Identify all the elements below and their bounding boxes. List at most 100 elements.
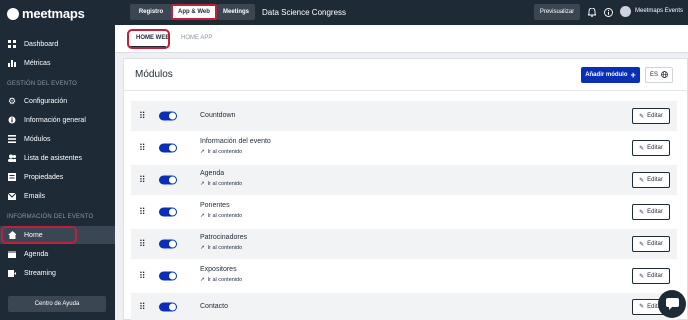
language-selector[interactable]: ES — [645, 67, 673, 83]
sidebar-item-modulos[interactable]: Módulos — [0, 130, 115, 148]
edit-button[interactable]: ✎ Editar — [632, 268, 670, 284]
edit-icon: ✎ — [639, 273, 645, 280]
divider — [123, 90, 688, 91]
sidebar-item-lista-asistentes[interactable]: Lista de asistentes — [0, 149, 115, 167]
section-label-gestion: GESTIÓN DEL EVENTO — [7, 81, 77, 87]
preview-button[interactable]: Previsualizar — [534, 4, 580, 20]
edit-icon: ✎ — [639, 145, 645, 152]
go-to-content-link[interactable]: ↗ Ir al contenido — [200, 277, 242, 283]
edit-button[interactable]: ✎ Editar — [632, 140, 670, 156]
drag-handle-icon[interactable]: ⠿ — [139, 302, 146, 311]
edit-label: Editar — [647, 273, 663, 279]
users-icon — [8, 154, 16, 162]
go-to-content-link[interactable]: ↗ Ir al contenido — [200, 213, 242, 219]
calendar-icon — [8, 250, 16, 258]
sidebar-item-configuracion[interactable]: ⚙ Configuración — [0, 92, 115, 110]
tab-registro[interactable]: Registro — [130, 4, 172, 20]
sidebar-item-propiedades[interactable]: Propiedades — [0, 168, 115, 186]
add-module-button[interactable]: Añadir módulo + — [581, 67, 640, 83]
module-name: Expositores — [200, 266, 237, 273]
go-to-content-link[interactable]: ↗ Ir al contenido — [200, 181, 242, 187]
module-name: Contacto — [200, 303, 229, 310]
edit-icon: ✎ — [639, 177, 645, 184]
sidebar: meetmaps Dashboard Métricas GESTIÓN DEL … — [0, 0, 115, 320]
account-name[interactable]: Meetmaps Events — [635, 8, 683, 14]
sidebar-item-agenda[interactable]: Agenda — [0, 245, 115, 263]
dashboard-icon — [8, 40, 16, 48]
chat-icon[interactable] — [658, 290, 686, 318]
plus-icon: + — [630, 69, 636, 80]
edit-label: Editar — [647, 113, 663, 119]
edit-button[interactable]: ✎ Editar — [632, 204, 670, 220]
language-label: ES — [649, 72, 658, 78]
tab-app-web[interactable]: App & Web — [171, 4, 217, 20]
go-to-content-link[interactable]: ↗ Ir al contenido — [200, 149, 242, 155]
external-link-icon: ↗ — [200, 277, 205, 283]
event-name: Data Science Congress — [262, 8, 347, 17]
section-label-informacion: INFORMACIÓN DEL EVENTO — [7, 214, 94, 220]
sidebar-item-label: Información general — [24, 116, 86, 124]
drag-handle-icon[interactable]: ⠿ — [139, 239, 146, 249]
edit-label: Editar — [647, 177, 663, 183]
sidebar-item-dashboard[interactable]: Dashboard — [0, 35, 115, 53]
tab-meetings[interactable]: Meetings — [217, 4, 255, 20]
edit-icon: ✎ — [639, 209, 645, 216]
sidebar-item-label: Propiedades — [24, 173, 64, 181]
tab-home-app[interactable]: HOME APP — [181, 35, 212, 41]
module-name: Ponentes — [200, 202, 230, 209]
sidebar-item-label: Configuración — [24, 97, 68, 105]
brand-logo[interactable]: meetmaps — [7, 6, 85, 21]
drag-handle-icon[interactable]: ⠿ — [139, 143, 146, 153]
list-icon — [8, 135, 16, 143]
drag-handle-icon[interactable]: ⠿ — [139, 175, 146, 185]
edit-label: Editar — [647, 209, 663, 215]
sidebar-item-informacion-general[interactable]: Información general — [0, 111, 115, 129]
drag-handle-icon[interactable]: ⠿ — [139, 207, 146, 217]
module-row-ponentes: ⠿ Ponentes ↗ Ir al contenido ✎ Editar — [131, 197, 677, 227]
bell-icon[interactable] — [587, 7, 597, 17]
module-row-contacto: ⠿ Contacto ✎ Editar — [131, 293, 677, 320]
external-link-icon: ↗ — [200, 245, 205, 251]
topbar: Registro App & Web Meetings Data Science… — [115, 0, 688, 25]
drag-handle-icon[interactable]: ⠿ — [139, 111, 146, 121]
info-circle-icon[interactable] — [603, 7, 613, 17]
module-row-informacion: ⠿ Información del evento ↗ Ir al contenid… — [131, 133, 677, 163]
external-link-icon: ↗ — [200, 213, 205, 219]
sidebar-item-metricas[interactable]: Métricas — [0, 54, 115, 72]
globe-icon — [661, 70, 668, 80]
module-row-agenda: ⠿ Agenda ↗ Ir al contenido ✎ Editar — [131, 165, 677, 195]
module-row-patrocinadores: ⠿ Patrocinadores ↗ Ir al contenido ✎ Edita… — [131, 229, 677, 259]
module-toggle[interactable] — [159, 143, 177, 153]
sidebar-item-label: Agenda — [24, 250, 49, 258]
sidebar-item-label: Emails — [24, 192, 46, 200]
module-toggle[interactable] — [159, 271, 177, 281]
module-name: Agenda — [200, 170, 225, 177]
subtabs-bar: HOME WEB HOME APP — [115, 25, 688, 53]
edit-button[interactable]: ✎ Editar — [632, 172, 670, 188]
avatar[interactable] — [620, 6, 631, 17]
drag-handle-icon[interactable]: ⠿ — [139, 271, 146, 281]
highlight-home-web — [127, 29, 170, 49]
module-toggle[interactable] — [159, 207, 177, 217]
sidebar-item-streaming[interactable]: Streaming — [0, 264, 115, 282]
module-row-countdown: ⠿ Countdown ✎ Editar — [131, 101, 677, 131]
edit-button[interactable]: ✎ Editar — [632, 108, 670, 124]
info-icon — [8, 116, 16, 124]
module-toggle[interactable] — [159, 175, 177, 185]
edit-label: Editar — [647, 145, 663, 151]
meetmaps-logo-icon — [7, 7, 19, 20]
edit-label: Editar — [647, 241, 663, 247]
edit-button[interactable]: ✎ Editar — [632, 236, 670, 252]
module-toggle[interactable] — [159, 239, 177, 249]
sidebar-item-label: Lista de asistentes — [24, 154, 82, 162]
gear-icon: ⚙ — [7, 95, 17, 106]
module-toggle[interactable] — [159, 111, 177, 121]
module-toggle[interactable] — [159, 302, 177, 311]
sidebar-item-emails[interactable]: Emails — [0, 187, 115, 205]
help-center-button[interactable]: Centro de Ayuda — [8, 296, 106, 312]
go-to-content-link[interactable]: ↗ Ir al contenido — [200, 245, 242, 251]
external-link-icon: ↗ — [200, 181, 205, 187]
module-name: Patrocinadores — [200, 234, 248, 241]
bar-chart-icon — [8, 59, 16, 67]
add-module-label: Añadir módulo — [585, 72, 628, 78]
